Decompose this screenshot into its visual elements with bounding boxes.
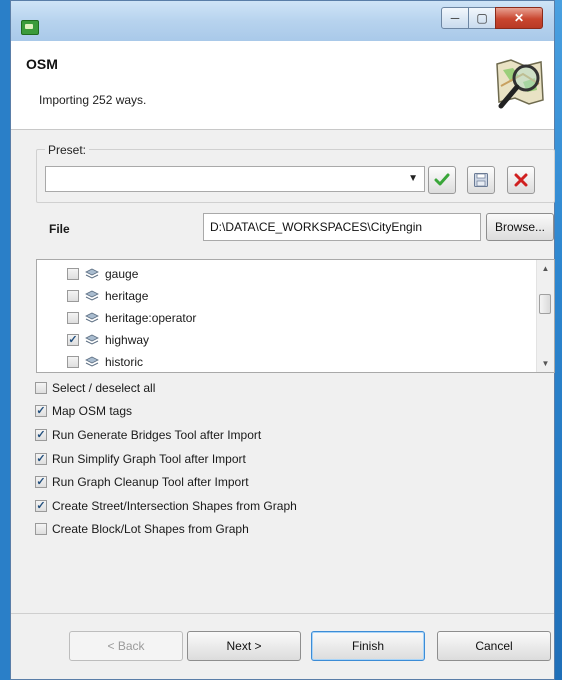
tag-item-highway[interactable]: ✓ highway — [67, 330, 149, 350]
wizard-header: OSM Importing 252 ways. — [11, 41, 554, 130]
option-street-intersection-shapes[interactable]: ✓ Create Street/Intersection Shapes from… — [35, 496, 297, 516]
file-label: File — [49, 222, 70, 236]
option-select-deselect-all[interactable]: Select / deselect all — [35, 378, 155, 398]
option-checkbox[interactable]: ✓ — [35, 405, 47, 417]
tag-checkbox[interactable] — [67, 356, 79, 368]
tag-label: heritage:operator — [105, 311, 197, 325]
red-x-icon — [514, 173, 528, 187]
layers-icon — [85, 268, 99, 279]
next-button[interactable]: Next > — [187, 631, 301, 661]
layers-icon — [85, 334, 99, 345]
option-label: Run Generate Bridges Tool after Import — [52, 428, 262, 442]
close-button[interactable]: ✕ — [495, 7, 543, 29]
tag-label: heritage — [105, 289, 149, 303]
option-checkbox[interactable]: ✓ — [35, 453, 47, 465]
scroll-thumb[interactable] — [539, 294, 551, 314]
apply-preset-button[interactable] — [428, 166, 456, 194]
option-label: Map OSM tags — [52, 404, 133, 418]
layers-icon — [85, 312, 99, 323]
browse-button[interactable]: Browse... — [486, 213, 554, 241]
tag-checkbox[interactable]: ✓ — [67, 334, 79, 346]
tag-item-historic[interactable]: historic — [67, 352, 143, 372]
checkmark-icon — [434, 173, 450, 186]
title-bar[interactable]: ─ ▢ ✕ — [11, 1, 554, 41]
preset-label: Preset: — [45, 143, 90, 157]
app-icon — [21, 20, 39, 35]
tag-label: highway — [105, 333, 150, 347]
save-preset-button[interactable] — [467, 166, 495, 194]
back-button[interactable]: < Back — [69, 631, 183, 661]
tag-checkbox[interactable] — [67, 268, 79, 280]
option-label: Select / deselect all — [52, 381, 156, 395]
floppy-disk-icon — [474, 173, 488, 187]
tag-label: gauge — [105, 267, 139, 281]
delete-preset-button[interactable] — [507, 166, 535, 194]
chevron-down-icon[interactable]: ▼ — [408, 173, 418, 184]
tag-label: historic — [105, 355, 144, 369]
page-title: OSM — [26, 56, 58, 72]
option-checkbox[interactable]: ✓ — [35, 429, 47, 441]
layers-icon — [85, 356, 99, 367]
tag-list-scrollbar[interactable]: ▲ ▼ — [536, 260, 554, 372]
scroll-down-arrow-icon[interactable]: ▼ — [537, 355, 554, 372]
cancel-button[interactable]: Cancel — [437, 631, 551, 661]
option-label: Create Street/Intersection Shapes from G… — [52, 499, 297, 513]
file-path-input[interactable]: D:\DATA\CE_WORKSPACES\CityEngin — [203, 213, 481, 241]
option-generate-bridges[interactable]: ✓ Run Generate Bridges Tool after Import — [35, 425, 261, 445]
tag-item-heritage-operator[interactable]: heritage:operator — [67, 308, 196, 328]
osm-import-dialog: ─ ▢ ✕ OSM Importing 252 ways. Preset: ▼ — [10, 0, 555, 680]
option-label: Run Graph Cleanup Tool after Import — [52, 475, 249, 489]
layers-icon — [85, 290, 99, 301]
option-simplify-graph[interactable]: ✓ Run Simplify Graph Tool after Import — [35, 449, 246, 469]
option-graph-cleanup[interactable]: ✓ Run Graph Cleanup Tool after Import — [35, 472, 249, 492]
option-block-lot-shapes[interactable]: Create Block/Lot Shapes from Graph — [35, 519, 249, 539]
scroll-up-arrow-icon[interactable]: ▲ — [537, 260, 554, 277]
page-description: Importing 252 ways. — [39, 93, 147, 107]
option-map-osm-tags[interactable]: ✓ Map OSM tags — [35, 401, 132, 421]
tag-item-heritage[interactable]: heritage — [67, 286, 148, 306]
footer-divider — [11, 613, 554, 614]
tag-checkbox[interactable] — [67, 312, 79, 324]
preset-combo[interactable]: ▼ — [45, 166, 425, 192]
tag-checkbox[interactable] — [67, 290, 79, 302]
option-label: Run Simplify Graph Tool after Import — [52, 452, 246, 466]
osm-logo-icon — [496, 59, 544, 109]
option-label: Create Block/Lot Shapes from Graph — [52, 522, 249, 536]
maximize-button[interactable]: ▢ — [468, 7, 496, 29]
option-checkbox[interactable]: ✓ — [35, 476, 47, 488]
minimize-button[interactable]: ─ — [441, 7, 469, 29]
osm-tag-list[interactable]: gauge heritage heritage:operator ✓ highw… — [36, 259, 555, 373]
option-checkbox[interactable] — [35, 523, 47, 535]
finish-button[interactable]: Finish — [311, 631, 425, 661]
tag-item-gauge[interactable]: gauge — [67, 264, 138, 284]
option-checkbox[interactable]: ✓ — [35, 500, 47, 512]
option-checkbox[interactable] — [35, 382, 47, 394]
